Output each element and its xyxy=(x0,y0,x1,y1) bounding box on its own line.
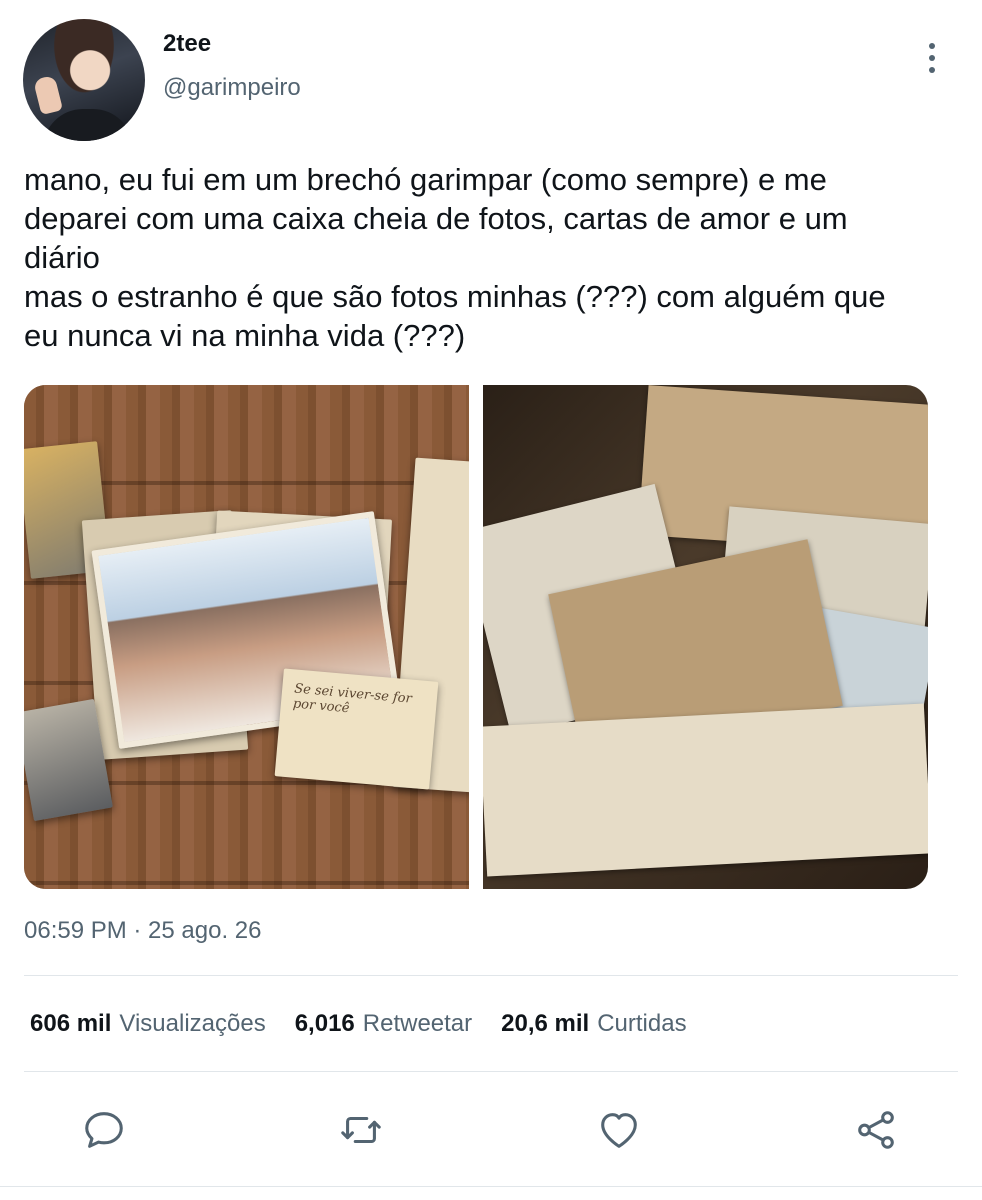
retweets-label: Retweetar xyxy=(362,1010,473,1037)
handwritten-note: Se sei viver-se for por você xyxy=(274,668,439,790)
divider xyxy=(24,975,958,976)
more-dot xyxy=(929,55,935,61)
engagement-stats: 606 mil Visualizações 6,016 Retweetar 20… xyxy=(30,1010,716,1038)
tweet-text-line: mas o estranho é que são fotos minhas (?… xyxy=(24,279,886,314)
more-dot xyxy=(929,43,935,49)
divider xyxy=(0,1186,982,1187)
photo-collage-wood[interactable]: Se sei viver-se for por você xyxy=(24,385,469,889)
retweets-stat[interactable]: 6,016 Retweetar xyxy=(295,1010,472,1038)
divider xyxy=(24,1071,958,1072)
user-handle[interactable]: @garimpeiro xyxy=(163,74,301,102)
tweet: 2tee @garimpeiro mano, eu fui em um brec… xyxy=(0,0,982,1200)
media-grid: Se sei viver-se for por você xyxy=(24,385,928,889)
retweets-count: 6,016 xyxy=(294,1010,355,1037)
share-icon xyxy=(858,1111,894,1149)
views-stat[interactable]: 606 mil Visualizações xyxy=(30,1010,266,1038)
reply-button[interactable] xyxy=(78,1104,130,1156)
heart-icon xyxy=(601,1113,637,1148)
letter-stack xyxy=(483,703,928,877)
display-name[interactable]: 2tee xyxy=(163,30,211,58)
tweet-text-line: diário xyxy=(24,240,100,275)
avatar-jacket xyxy=(43,109,133,141)
like-button[interactable] xyxy=(593,1104,645,1156)
reply-icon xyxy=(85,1112,123,1148)
views-count: 606 mil xyxy=(30,1010,112,1037)
more-dot xyxy=(929,67,935,73)
avatar-hand xyxy=(32,74,64,116)
tweet-text-line: mano, eu fui em um brechó garimpar (como… xyxy=(24,162,827,197)
views-label: Visualizações xyxy=(119,1010,266,1037)
avatar[interactable] xyxy=(23,19,145,141)
more-options-icon[interactable] xyxy=(918,40,946,76)
tweet-text: mano, eu fui em um brechó garimpar (como… xyxy=(24,160,964,355)
likes-count: 20,6 mil xyxy=(501,1010,590,1037)
timestamp[interactable]: 06:59 PM · 25 ago. 26 xyxy=(24,917,262,945)
photo-letters-box[interactable] xyxy=(483,385,928,889)
share-button[interactable] xyxy=(850,1104,902,1156)
action-bar xyxy=(0,1100,982,1160)
tweet-text-line: deparei com uma caixa cheia de fotos, ca… xyxy=(24,201,848,236)
tweet-text-line: eu nunca vi na minha vida (???) xyxy=(24,318,466,353)
likes-label: Curtidas xyxy=(597,1010,687,1037)
retweet-icon xyxy=(341,1116,381,1144)
retweet-button[interactable] xyxy=(335,1104,387,1156)
likes-stat[interactable]: 20,6 mil Curtidas xyxy=(501,1010,686,1038)
